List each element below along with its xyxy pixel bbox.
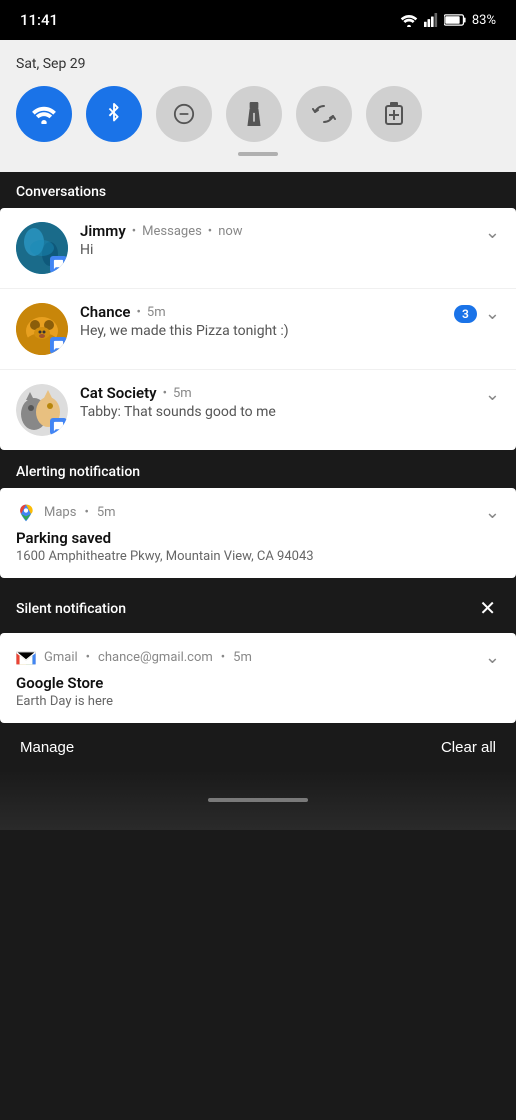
conversations-header: Conversations — [0, 172, 516, 208]
chance-header: Chance • 5m — [80, 303, 446, 321]
maps-pin-icon — [16, 503, 36, 523]
chance-content: Chance • 5m Hey, we made this Pizza toni… — [80, 303, 446, 339]
silent-close-button[interactable]: ✕ — [475, 592, 500, 625]
maps-sep: • — [84, 505, 88, 520]
jimmy-content: Jimmy • Messages • now Hi — [80, 222, 477, 258]
wifi-toggle-icon — [31, 104, 57, 124]
chance-time: 5m — [147, 305, 166, 320]
batterysaver-toggle[interactable] — [366, 86, 422, 142]
avatar-jimmy — [16, 222, 68, 274]
jimmy-name: Jimmy — [80, 222, 126, 240]
home-indicator[interactable] — [208, 798, 308, 802]
maps-time: 5m — [97, 505, 116, 520]
catsociety-sep: • — [163, 386, 167, 401]
status-bar: 11:41 83% — [0, 0, 516, 40]
message-icon-chance — [53, 340, 64, 351]
catsociety-message-badge — [50, 418, 67, 435]
conversation-jimmy[interactable]: Jimmy • Messages • now Hi ⌄ — [0, 208, 516, 289]
silent-header: Silent notification ✕ — [0, 580, 516, 633]
chance-expand[interactable]: ⌄ — [485, 303, 500, 324]
dnd-toggle[interactable] — [156, 86, 212, 142]
jimmy-message-badge — [50, 256, 67, 273]
status-time: 11:41 — [20, 11, 58, 29]
dnd-toggle-icon — [173, 103, 195, 125]
catsociety-expand[interactable]: ⌄ — [485, 384, 500, 405]
jimmy-actions: ⌄ — [485, 222, 500, 243]
manage-button[interactable]: Manage — [20, 739, 74, 756]
jimmy-expand[interactable]: ⌄ — [485, 222, 500, 243]
chance-badge: 3 — [454, 305, 477, 323]
flashlight-toggle[interactable] — [226, 86, 282, 142]
gmail-notif-header: Gmail • chance@gmail.com • 5m ⌄ — [16, 647, 500, 668]
catsociety-actions: ⌄ — [485, 384, 500, 405]
avatar-catsociety — [16, 384, 68, 436]
maps-expand[interactable]: ⌄ — [485, 502, 500, 523]
conversation-catsociety[interactable]: Cat Society • 5m Tabby: That sounds good… — [0, 370, 516, 450]
gmail-app-row: Gmail • chance@gmail.com • 5m — [16, 650, 252, 666]
maps-app-row: Maps • 5m — [16, 503, 116, 523]
gmail-expand[interactable]: ⌄ — [485, 647, 500, 668]
jimmy-header: Jimmy • Messages • now — [80, 222, 477, 240]
gmail-notification[interactable]: Gmail • chance@gmail.com • 5m ⌄ Google S… — [0, 633, 516, 723]
signal-icon — [424, 13, 438, 27]
status-icons: 83% — [400, 13, 496, 28]
jimmy-sep: • — [132, 224, 136, 239]
catsociety-time: 5m — [173, 386, 192, 401]
bluetooth-toggle-icon — [104, 103, 124, 125]
maps-notification[interactable]: Maps • 5m ⌄ Parking saved 1600 Amphithea… — [0, 488, 516, 578]
gmail-sep1: • — [86, 650, 90, 665]
wifi-toggle[interactable] — [16, 86, 72, 142]
gmail-sep2: • — [221, 650, 225, 665]
clear-all-button[interactable]: Clear all — [441, 739, 496, 756]
chance-message: Hey, we made this Pizza tonight :) — [80, 323, 446, 339]
jimmy-time: now — [218, 224, 242, 239]
catsociety-header: Cat Society • 5m — [80, 384, 477, 402]
bottom-area — [0, 770, 516, 830]
maps-notif-header: Maps • 5m ⌄ — [16, 502, 500, 523]
autorotate-toggle[interactable] — [296, 86, 352, 142]
alerting-header: Alerting notification — [0, 452, 516, 488]
chance-name: Chance — [80, 303, 131, 321]
gmail-time: 5m — [233, 650, 252, 665]
gmail-icon — [16, 650, 36, 666]
maps-app-name: Maps — [44, 505, 76, 520]
toggle-row — [16, 86, 500, 142]
conversation-chance[interactable]: Chance • 5m Hey, we made this Pizza toni… — [0, 289, 516, 370]
wifi-icon — [400, 13, 418, 27]
battery-icon — [444, 13, 466, 27]
battery-percent: 83% — [472, 13, 496, 28]
alerting-title: Alerting notification — [16, 464, 140, 480]
jimmy-message: Hi — [80, 242, 477, 258]
flashlight-toggle-icon — [245, 102, 263, 126]
jimmy-app: Messages — [142, 224, 202, 239]
conversations-card: Jimmy • Messages • now Hi ⌄ — [0, 208, 516, 450]
chance-sep: • — [137, 305, 141, 320]
message-icon — [53, 259, 64, 270]
jimmy-sep2: • — [208, 224, 212, 239]
bluetooth-toggle[interactable] — [86, 86, 142, 142]
gmail-app-name: Gmail — [44, 650, 78, 665]
conversations-title: Conversations — [16, 184, 106, 200]
date-label: Sat, Sep 29 — [16, 56, 500, 72]
quick-settings-panel: Sat, Sep 29 — [0, 40, 516, 172]
silent-title: Silent notification — [16, 601, 126, 617]
catsociety-content: Cat Society • 5m Tabby: That sounds good… — [80, 384, 477, 420]
gmail-email: chance@gmail.com — [98, 650, 213, 665]
message-icon-cat — [53, 421, 64, 432]
catsociety-message: Tabby: That sounds good to me — [80, 404, 477, 420]
maps-title: Parking saved — [16, 529, 500, 547]
bottom-bar: Manage Clear all — [0, 725, 516, 770]
drag-handle[interactable] — [238, 152, 278, 156]
gmail-body: Earth Day is here — [16, 694, 500, 709]
maps-body: 1600 Amphitheatre Pkwy, Mountain View, C… — [16, 549, 500, 564]
gmail-title: Google Store — [16, 674, 500, 692]
avatar-chance — [16, 303, 68, 355]
silent-card: Gmail • chance@gmail.com • 5m ⌄ Google S… — [0, 633, 516, 723]
catsociety-name: Cat Society — [80, 384, 157, 402]
alerting-card: Maps • 5m ⌄ Parking saved 1600 Amphithea… — [0, 488, 516, 578]
chance-actions: 3 ⌄ — [454, 303, 500, 324]
chance-message-badge — [50, 337, 67, 354]
autorotate-toggle-icon — [312, 102, 336, 126]
batterysaver-toggle-icon — [383, 102, 405, 126]
